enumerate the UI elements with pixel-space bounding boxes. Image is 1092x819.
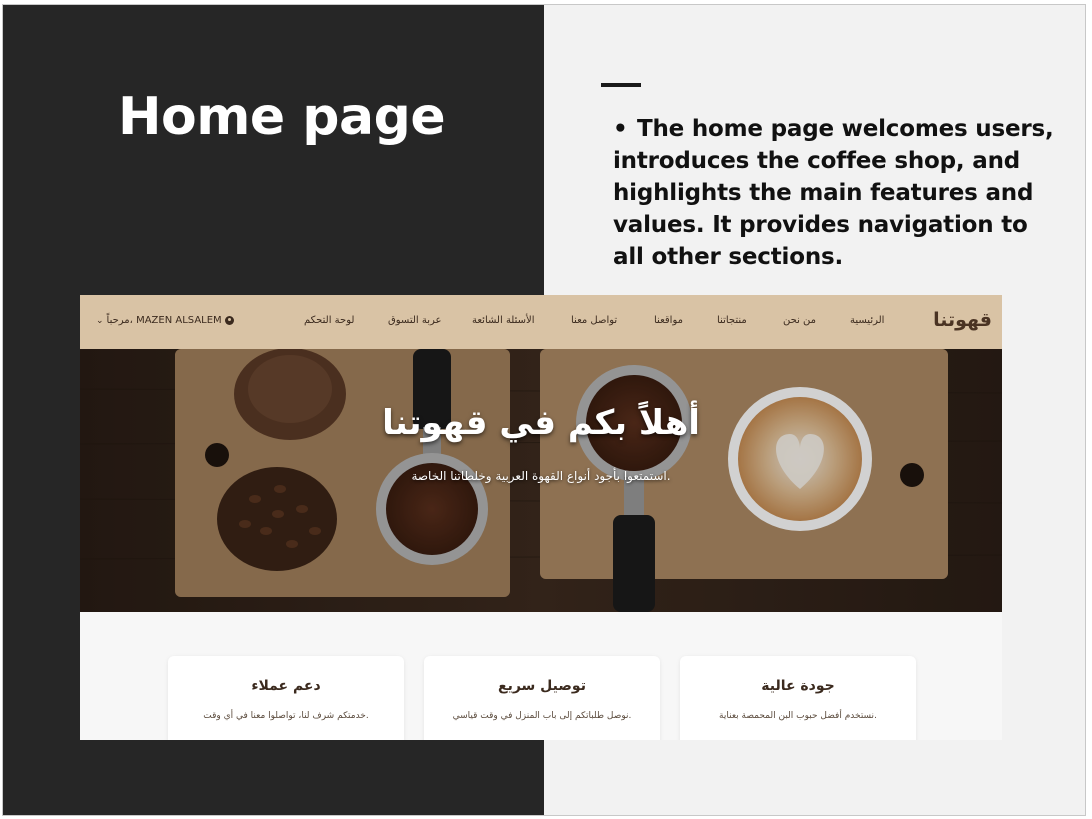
- nav-item-cart[interactable]: عربة التسوق: [388, 315, 442, 326]
- feature-card-quality: جودة عالية نستخدم أفضل حبوب البن المحمصة…: [680, 656, 916, 740]
- website-screenshot: قهوتنا الرئيسية من نحن منتجاتنا مواقعنا …: [80, 295, 1002, 740]
- feature-card-text: نوصل طلباتكم إلى باب المنزل في وقت قياسي…: [452, 711, 632, 721]
- user-icon: [224, 316, 234, 325]
- nav-item-contact[interactable]: تواصل معنا: [571, 315, 617, 326]
- feature-card-title: جودة عالية: [761, 678, 835, 694]
- accent-bar: [601, 83, 641, 87]
- hero-subtitle: استمتعوا بأجود أنواع القهوة العربية وخلط…: [411, 469, 671, 483]
- feature-card-text: خدمتكم شرف لنا، تواصلوا معنا في أي وقت.: [203, 711, 369, 721]
- feature-card-support: دعم عملاء خدمتكم شرف لنا، تواصلوا معنا ف…: [168, 656, 404, 740]
- chevron-down-icon: ⌄: [96, 315, 104, 326]
- feature-card-text: نستخدم أفضل حبوب البن المحمصة بعناية.: [719, 711, 877, 721]
- feature-card-delivery: توصيل سريع نوصل طلباتكم إلى باب المنزل ف…: [424, 656, 660, 740]
- nav-item-dashboard[interactable]: لوحة التحكم: [304, 315, 354, 326]
- bullet-marker: •: [613, 116, 628, 142]
- hero-section: أهلاً بكم في قهوتنا استمتعوا بأجود أنواع…: [80, 349, 1002, 612]
- user-greeting: مرحباً، MAZEN ALSALEM: [106, 315, 222, 326]
- bullet-item: • The home page welcomes users, introduce…: [613, 113, 1058, 273]
- feature-card-title: توصيل سريع: [498, 678, 586, 694]
- nav-item-home[interactable]: الرئيسية: [850, 315, 884, 326]
- nav-item-locations[interactable]: مواقعنا: [654, 315, 683, 326]
- hero-title: أهلاً بكم في قهوتنا: [382, 403, 700, 443]
- site-navbar: قهوتنا الرئيسية من نحن منتجاتنا مواقعنا …: [80, 295, 1002, 349]
- nav-item-about[interactable]: من نحن: [783, 315, 816, 326]
- nav-item-faq[interactable]: الأسئلة الشائعة: [472, 315, 535, 326]
- slide-title: Home page: [118, 87, 446, 147]
- bullet-text: The home page welcomes users, introduces…: [613, 116, 1054, 270]
- feature-card-title: دعم عملاء: [251, 678, 321, 694]
- site-logo[interactable]: قهوتنا: [933, 309, 992, 331]
- user-menu[interactable]: ⌄ مرحباً، MAZEN ALSALEM: [96, 315, 234, 326]
- nav-item-products[interactable]: منتجاتنا: [717, 315, 747, 326]
